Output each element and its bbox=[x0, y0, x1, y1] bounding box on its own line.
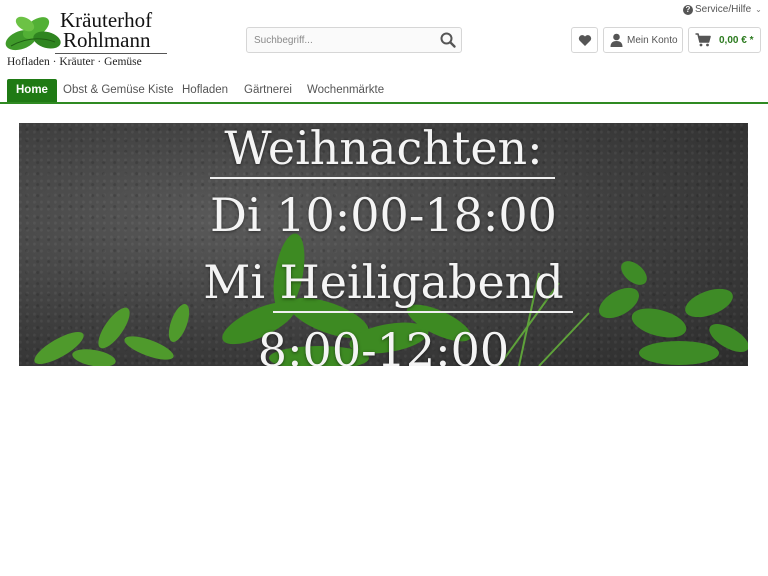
user-icon bbox=[610, 33, 623, 47]
logo-divider bbox=[55, 53, 167, 54]
search-button[interactable] bbox=[439, 31, 457, 49]
nav-item-wochenmaerkte[interactable]: Wochenmärkte bbox=[307, 79, 384, 102]
cart-button[interactable]: 0,00 € * bbox=[688, 27, 761, 53]
hero-banner[interactable]: Weihnachten: Di 10:00-18:00 Mi Heiligabe… bbox=[19, 123, 748, 366]
shop-logo[interactable]: Kräuterhof Rohlmann Hofladen · Kräuter ·… bbox=[3, 8, 173, 70]
search-icon bbox=[440, 32, 456, 48]
banner-line-4: 8:00-12:00 bbox=[257, 323, 510, 366]
nav-item-hofladen[interactable]: Hofladen bbox=[182, 79, 228, 102]
account-label: Mein Konto bbox=[627, 34, 678, 46]
banner-line-1: Weihnachten: bbox=[224, 123, 543, 175]
nav-item-gaertnerei[interactable]: Gärtnerei bbox=[244, 79, 292, 102]
heart-icon bbox=[578, 34, 591, 46]
logo-title-line2: Rohlmann bbox=[63, 28, 151, 52]
service-help-label: Service/Hilfe bbox=[695, 4, 752, 15]
banner-underline-2 bbox=[273, 311, 573, 313]
main-navigation: Home Obst & Gemüse Kiste Hofladen Gärtne… bbox=[0, 79, 768, 104]
basil-leaves-icon bbox=[5, 16, 61, 51]
cart-amount: 0,00 € * bbox=[719, 34, 754, 46]
logo-tagline: Hofladen · Kräuter · Gemüse bbox=[7, 56, 142, 68]
nav-item-obst-gemuese-kiste[interactable]: Obst & Gemüse Kiste bbox=[63, 79, 174, 102]
nav-item-home[interactable]: Home bbox=[7, 79, 57, 102]
wishlist-button[interactable] bbox=[571, 27, 598, 53]
service-help-menu[interactable]: ? Service/Hilfe ⌄ bbox=[683, 4, 762, 15]
search-box bbox=[246, 27, 462, 53]
search-input[interactable] bbox=[247, 28, 433, 52]
account-button[interactable]: Mein Konto bbox=[603, 27, 683, 53]
banner-line-2: Di 10:00-18:00 bbox=[210, 188, 557, 242]
chevron-down-icon: ⌄ bbox=[755, 5, 762, 14]
cart-icon bbox=[695, 33, 711, 47]
banner-line-3: Mi Heiligabend bbox=[203, 255, 564, 309]
question-icon: ? bbox=[683, 4, 693, 15]
banner-underline-1 bbox=[210, 177, 555, 179]
